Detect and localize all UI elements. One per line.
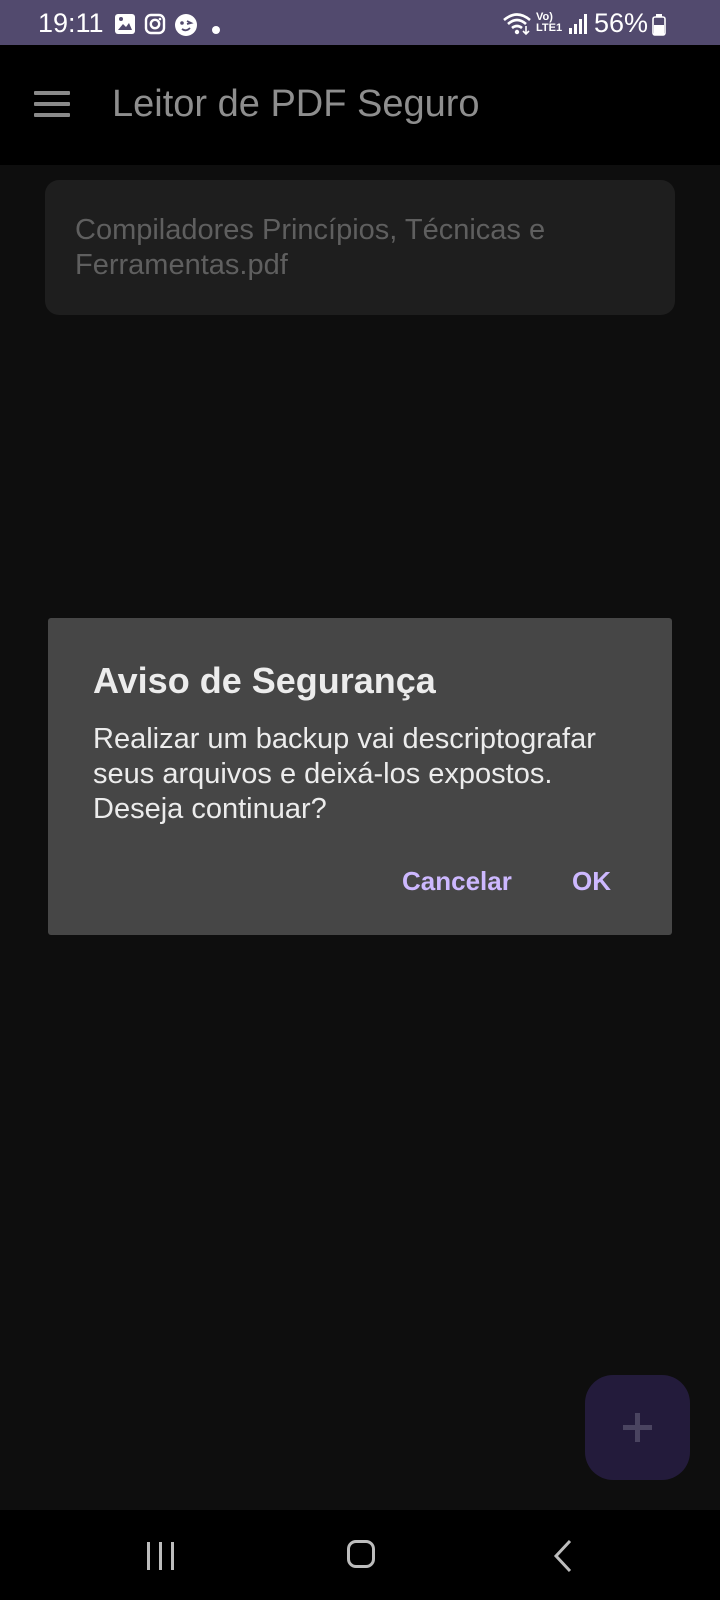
- signal-icon: [568, 14, 588, 39]
- dialog-message: Realizar um backup vai descriptografar s…: [93, 723, 596, 825]
- back-icon[interactable]: [550, 1539, 580, 1573]
- app-screen: 19:11 Vo) LTE1 56% Leitor de PDF Seguro …: [0, 0, 720, 1600]
- face-app-icon: [174, 13, 198, 42]
- system-status-icons: Vo) LTE1 56%: [500, 0, 720, 45]
- battery-icon: [652, 14, 666, 41]
- volte-lte-icon: Vo) LTE1: [536, 11, 563, 34]
- hamburger-menu-icon[interactable]: [34, 91, 70, 117]
- status-bar: 19:11 Vo) LTE1 56%: [0, 0, 720, 45]
- recents-icon[interactable]: [147, 1542, 175, 1570]
- instagram-icon: [144, 13, 166, 40]
- status-time: 19:11: [38, 8, 104, 38]
- file-list-item[interactable]: Compiladores Princípios, Técnicas e Ferr…: [45, 180, 675, 315]
- add-file-button[interactable]: [585, 1375, 690, 1480]
- wifi-icon: [502, 12, 532, 41]
- navigation-bar: [0, 1510, 720, 1600]
- ok-button[interactable]: OK: [572, 866, 611, 897]
- gallery-icon: [114, 13, 136, 40]
- app-title: Leitor de PDF Seguro: [112, 83, 480, 125]
- dot-icon: [212, 21, 220, 39]
- dialog-title: Aviso de Segurança: [93, 660, 436, 701]
- cancel-button[interactable]: Cancelar: [402, 866, 512, 897]
- home-icon[interactable]: [347, 1540, 375, 1568]
- battery-percentage: 56%: [594, 8, 649, 38]
- file-name: Compiladores Princípios, Técnicas e Ferr…: [75, 214, 546, 281]
- app-bar: Leitor de PDF Seguro: [0, 45, 720, 165]
- security-warning-dialog: Aviso de Segurança Realizar um backup va…: [48, 618, 672, 935]
- plus-icon: [623, 1413, 652, 1442]
